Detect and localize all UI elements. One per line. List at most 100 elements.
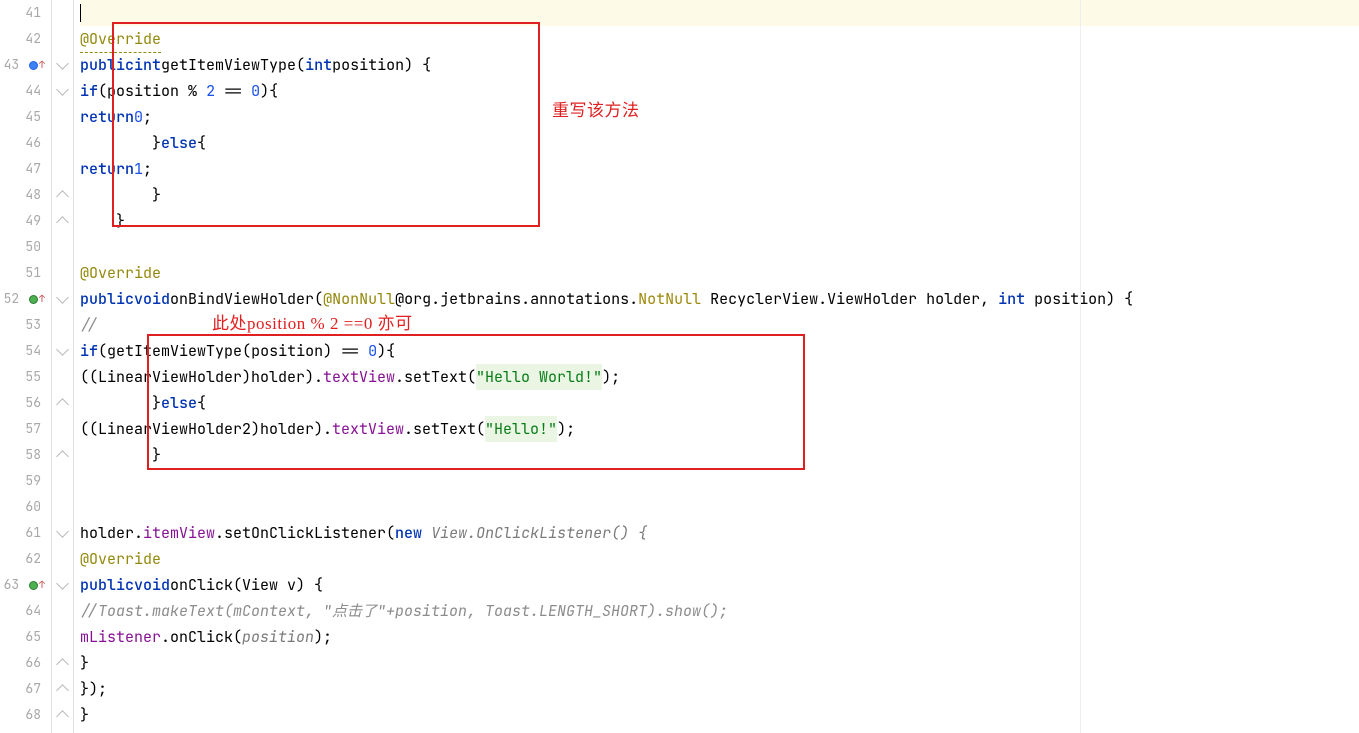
line-number[interactable]: 67 bbox=[0, 676, 45, 702]
annotation: NotNull bbox=[638, 286, 701, 312]
code-line[interactable]: // bbox=[80, 312, 1359, 338]
fold-icon[interactable] bbox=[56, 291, 69, 304]
line-number[interactable]: 64 bbox=[0, 598, 45, 624]
code-line[interactable]: @Override bbox=[80, 26, 1359, 52]
annotation: @Override bbox=[80, 26, 161, 53]
var: position bbox=[251, 338, 323, 364]
fold-icon[interactable] bbox=[56, 450, 69, 463]
fold-icon[interactable] bbox=[56, 684, 69, 697]
keyword: else bbox=[161, 130, 197, 156]
code-line[interactable]: } bbox=[80, 442, 1359, 468]
fold-icon[interactable] bbox=[56, 525, 69, 538]
keyword: int bbox=[998, 286, 1025, 312]
line-number[interactable]: 57 bbox=[0, 416, 45, 442]
line-number[interactable]: 46 bbox=[0, 130, 45, 156]
code-line[interactable]: }); bbox=[80, 676, 1359, 702]
code-line[interactable]: }else{ bbox=[80, 390, 1359, 416]
code-line[interactable]: public void onBindViewHolder(@NonNull @o… bbox=[80, 286, 1359, 312]
line-number[interactable]: 51 bbox=[0, 260, 45, 286]
line-number[interactable]: 42 bbox=[0, 26, 45, 52]
brace: } bbox=[80, 650, 89, 676]
string: "Hello World!" bbox=[476, 364, 602, 390]
code-line[interactable]: mListener.onClick(position); bbox=[80, 624, 1359, 650]
fold-icon[interactable] bbox=[56, 216, 69, 229]
line-number[interactable]: 47 bbox=[0, 156, 45, 182]
number: 1 bbox=[134, 156, 143, 182]
code-line[interactable]: } bbox=[80, 182, 1359, 208]
fold-icon[interactable] bbox=[56, 343, 69, 356]
code-line[interactable]: public int getItemViewType(int position)… bbox=[80, 52, 1359, 78]
method-name: onClick bbox=[170, 572, 233, 598]
right-margin-guide bbox=[1080, 0, 1081, 733]
fold-icon[interactable] bbox=[56, 398, 69, 411]
code-line[interactable] bbox=[80, 468, 1359, 494]
line-number[interactable]: 52 ↑ bbox=[0, 286, 45, 312]
keyword: public bbox=[80, 52, 134, 78]
line-number[interactable]: 65 bbox=[0, 624, 45, 650]
line-number[interactable]: 41 bbox=[0, 0, 45, 26]
fold-icon[interactable] bbox=[56, 577, 69, 590]
keyword: int bbox=[134, 52, 161, 78]
code-line[interactable]: if(getItemViewType(position) == 0){ bbox=[80, 338, 1359, 364]
expr: holder. bbox=[80, 520, 143, 546]
fold-icon[interactable] bbox=[56, 57, 69, 70]
line-number[interactable]: 61 bbox=[0, 520, 45, 546]
line-number[interactable]: 50 bbox=[0, 234, 45, 260]
code-line[interactable]: holder.itemView.setOnClickListener(new V… bbox=[80, 520, 1359, 546]
keyword: void bbox=[134, 286, 170, 312]
field: textView bbox=[332, 416, 404, 442]
fold-icon[interactable] bbox=[56, 83, 69, 96]
code-line[interactable]: return 1; bbox=[80, 156, 1359, 182]
line-number[interactable]: 68 bbox=[0, 702, 45, 728]
line-number[interactable]: 54 bbox=[0, 338, 45, 364]
fold-icon[interactable] bbox=[56, 710, 69, 723]
arrow-up-icon: ↑ bbox=[39, 52, 45, 78]
annotation: @Override bbox=[80, 546, 161, 572]
code-line[interactable]: } bbox=[80, 208, 1359, 234]
fold-icon[interactable] bbox=[56, 658, 69, 671]
param: position bbox=[332, 52, 404, 78]
fold-gutter bbox=[52, 0, 74, 733]
line-number[interactable]: 43 ↑ bbox=[0, 52, 45, 78]
keyword: return bbox=[80, 156, 134, 182]
line-number[interactable]: 62 bbox=[0, 546, 45, 572]
line-number[interactable]: 59 bbox=[0, 468, 45, 494]
code-line[interactable]: ((LinearViewHolder)holder).textView.setT… bbox=[80, 364, 1359, 390]
code-line[interactable]: if(position % 2 == 0){ bbox=[80, 78, 1359, 104]
string: "Hello!" bbox=[485, 416, 557, 442]
code-line[interactable] bbox=[80, 234, 1359, 260]
line-number[interactable]: 56 bbox=[0, 390, 45, 416]
override-gutter-icon[interactable] bbox=[29, 61, 38, 70]
code-line[interactable] bbox=[80, 0, 1359, 26]
line-number[interactable]: 45 bbox=[0, 104, 45, 130]
annotation: @Override bbox=[80, 260, 161, 286]
keyword: void bbox=[134, 572, 170, 598]
keyword: else bbox=[161, 390, 197, 416]
fold-icon[interactable] bbox=[56, 190, 69, 203]
code-line[interactable]: @Override bbox=[80, 546, 1359, 572]
code-line[interactable]: ((LinearViewHolder2)holder).textView.set… bbox=[80, 416, 1359, 442]
line-number[interactable]: 48 bbox=[0, 182, 45, 208]
number: 0 bbox=[368, 338, 377, 364]
line-number[interactable]: 58 bbox=[0, 442, 45, 468]
code-line[interactable]: }else{ bbox=[80, 130, 1359, 156]
line-number[interactable]: 44 bbox=[0, 78, 45, 104]
code-area[interactable]: 重写该方法 此处position % 2 ==0 亦可 @Override pu… bbox=[74, 0, 1359, 733]
line-number[interactable]: 66 bbox=[0, 650, 45, 676]
code-line[interactable]: return 0; bbox=[80, 104, 1359, 130]
annotation: @NonNull bbox=[323, 286, 395, 312]
op: == bbox=[332, 338, 368, 364]
code-line[interactable]: public void onClick(View v) { bbox=[80, 572, 1359, 598]
override-gutter-icon[interactable] bbox=[29, 295, 38, 304]
line-number[interactable]: 55 bbox=[0, 364, 45, 390]
override-gutter-icon[interactable] bbox=[29, 581, 38, 590]
code-line[interactable]: //Toast.makeText(mContext, "点击了"+positio… bbox=[80, 598, 1359, 624]
code-line[interactable]: } bbox=[80, 650, 1359, 676]
code-line[interactable]: } bbox=[80, 702, 1359, 728]
line-number[interactable]: 60 bbox=[0, 494, 45, 520]
line-number[interactable]: 53 bbox=[0, 312, 45, 338]
code-line[interactable]: @Override bbox=[80, 260, 1359, 286]
code-line[interactable] bbox=[80, 494, 1359, 520]
line-number[interactable]: 49 bbox=[0, 208, 45, 234]
line-number[interactable]: 63 ↑ bbox=[0, 572, 45, 598]
